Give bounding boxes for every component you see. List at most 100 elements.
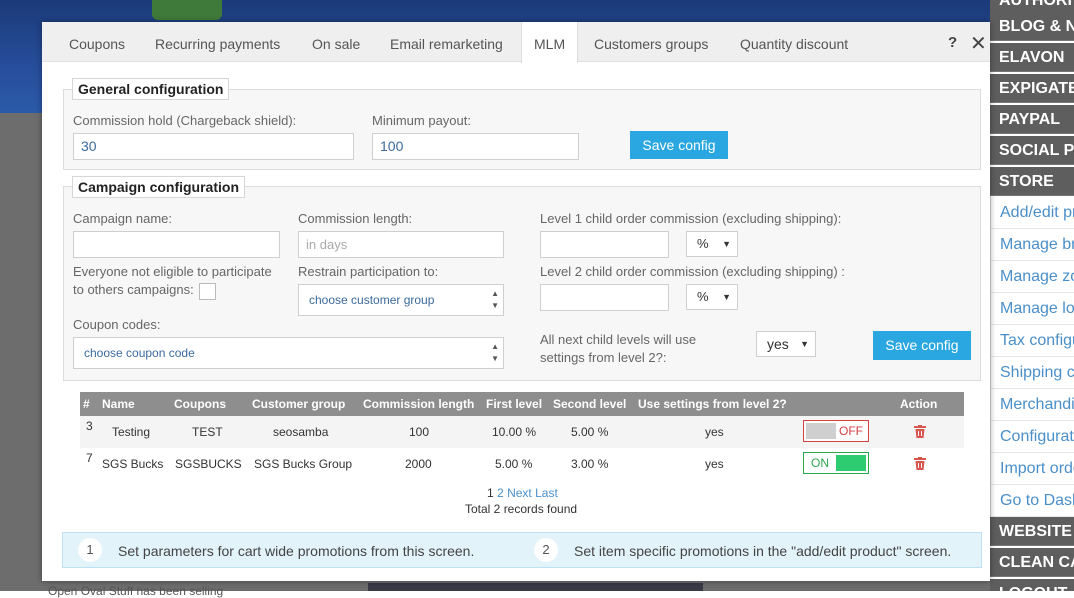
next-levels-select-value: yes: [767, 336, 789, 352]
level2-commission-label: Level 2 child order commission (excludin…: [540, 264, 845, 279]
row-customer-group: seosamba: [273, 425, 329, 439]
row-first-level: 5.00 %: [495, 457, 533, 471]
page-current: 1: [487, 486, 494, 500]
sidebar-section-social[interactable]: SOCIAL P: [990, 136, 1074, 165]
coupon-codes-label: Coupon codes:: [73, 317, 161, 332]
sidebar-section-clean-cache[interactable]: CLEAN CA: [990, 548, 1074, 577]
pagination: 1 2 Next Last: [487, 486, 558, 500]
commission-hold-input[interactable]: 30: [73, 133, 354, 160]
records-count: Total 2 records found: [465, 502, 578, 516]
sidebar-link-manage-locations[interactable]: Manage lo: [990, 293, 1074, 325]
campaign-save-button[interactable]: Save config: [873, 331, 971, 360]
level1-unit-select[interactable]: % ▼: [686, 231, 738, 257]
next-levels-label-line1: All next child levels will use: [540, 332, 697, 347]
toggle-knob: [806, 423, 836, 439]
sidebar-link-import-orders[interactable]: Import orde: [990, 453, 1074, 485]
table-header: # Name Coupons Customer group Commission…: [80, 392, 964, 416]
minimum-payout-input[interactable]: 100: [372, 133, 579, 160]
sidebar-section-website[interactable]: WEBSITE: [990, 517, 1074, 546]
step-2-text: Set item specific promotions in the "add…: [574, 543, 952, 559]
chevron-down-icon: ▼: [722, 239, 731, 249]
commission-length-input[interactable]: in days: [298, 231, 504, 258]
promotions-modal: Coupons Recurring payments On sale Email…: [42, 22, 990, 581]
level1-unit-value: %: [697, 236, 709, 251]
level2-unit-value: %: [697, 289, 709, 304]
toggle-state-label: OFF: [839, 424, 863, 438]
row-first-level: 10.00 %: [492, 425, 537, 439]
tab-email-remarketing[interactable]: Email remarketing: [390, 22, 503, 62]
sidebar-link-manage-brands[interactable]: Manage br: [990, 229, 1074, 261]
row-name: Testing: [112, 425, 151, 439]
sidebar-section-logout[interactable]: LOGOUT: [990, 579, 1074, 591]
toggle-state-label: ON: [811, 456, 829, 470]
campaign-name-input[interactable]: [73, 231, 280, 258]
row-commission-length: 2000: [405, 457, 432, 471]
sidebar-link-configuration[interactable]: Configurat: [990, 421, 1074, 453]
next-levels-select[interactable]: yes ▼: [756, 331, 816, 357]
tab-on-sale[interactable]: On sale: [312, 22, 360, 62]
chevron-down-icon: ▼: [800, 339, 809, 349]
row-second-level: 3.00 %: [571, 457, 609, 471]
eligible-checkbox[interactable]: [199, 283, 216, 300]
trash-icon[interactable]: [914, 425, 926, 438]
column-header-coupons: Coupons: [174, 397, 226, 411]
sidebar-section-paypal[interactable]: PAYPAL: [990, 105, 1074, 134]
background-caption: Open Oval Stuff has been selling: [48, 584, 224, 598]
row-use-level2: yes: [705, 425, 724, 439]
tab-mlm[interactable]: MLM: [521, 22, 579, 63]
sidebar-link-shipping[interactable]: Shipping c: [990, 357, 1074, 389]
tab-recurring-payments[interactable]: Recurring payments: [155, 22, 280, 62]
scroll-arrows-icon: ▲ ▼: [491, 289, 499, 310]
help-icon[interactable]: ?: [948, 34, 957, 51]
coupon-code-select[interactable]: choose coupon code ▲ ▼: [73, 337, 504, 369]
trash-icon[interactable]: [914, 457, 926, 470]
page-next-link[interactable]: Next: [507, 486, 532, 500]
campaign-toggle[interactable]: OFF: [803, 420, 869, 442]
customer-group-select[interactable]: choose customer group ▲ ▼: [298, 284, 504, 316]
background-product-image: [152, 0, 222, 20]
step-1-text: Set parameters for cart wide promotions …: [118, 543, 475, 559]
sidebar-section-elavon[interactable]: ELAVON: [990, 43, 1074, 72]
commission-length-label: Commission length:: [298, 211, 413, 226]
tab-coupons[interactable]: Coupons: [69, 22, 125, 62]
eligible-label-line1: Everyone not eligible to participate: [73, 264, 272, 279]
step-2-badge: 2: [534, 538, 558, 562]
row-second-level: 5.00 %: [571, 425, 609, 439]
sidebar-section-store[interactable]: STORE: [990, 167, 1074, 196]
row-coupons: TEST: [192, 425, 223, 439]
eligible-label-line2: to others campaigns:: [73, 282, 194, 297]
sidebar-link-tax-config[interactable]: Tax configu: [990, 325, 1074, 357]
sidebar-section-expigate[interactable]: EXPIGATE: [990, 74, 1074, 103]
page-2-link[interactable]: 2: [497, 486, 504, 500]
level1-commission-input[interactable]: [540, 231, 669, 258]
column-header-customer-group: Customer group: [252, 397, 346, 411]
campaign-toggle[interactable]: ON: [803, 452, 869, 474]
info-bar: 1 Set parameters for cart wide promotion…: [62, 532, 982, 568]
minimum-payout-label: Minimum payout:: [372, 113, 471, 128]
sidebar-link-add-edit-product[interactable]: Add/edit pr: [990, 197, 1074, 229]
row-use-level2: yes: [705, 457, 724, 471]
column-header-second-level: Second level: [553, 397, 627, 411]
sidebar-link-manage-zones[interactable]: Manage zo: [990, 261, 1074, 293]
page-last-link[interactable]: Last: [535, 486, 558, 500]
scroll-arrows-icon: ▲ ▼: [491, 342, 499, 363]
sidebar-link-dashboard[interactable]: Go to Dash: [990, 485, 1074, 517]
tab-customers-groups[interactable]: Customers groups: [594, 22, 708, 62]
close-icon[interactable]: ✕: [970, 31, 987, 56]
chevron-down-icon: ▼: [722, 292, 731, 302]
level2-unit-select[interactable]: % ▼: [686, 284, 738, 310]
campaign-config-legend: Campaign configuration: [72, 176, 245, 198]
restrain-participation-label: Restrain participation to:: [298, 264, 439, 279]
campaign-name-label: Campaign name:: [73, 211, 172, 226]
general-save-button[interactable]: Save config: [630, 131, 728, 159]
column-header-id: #: [83, 397, 90, 411]
row-customer-group: SGS Bucks Group: [254, 457, 353, 471]
column-header-first-level: First level: [486, 397, 543, 411]
sidebar-section-blog[interactable]: BLOG & N: [990, 12, 1074, 41]
level2-commission-input[interactable]: [540, 284, 669, 311]
sidebar-link-merchandising[interactable]: Merchandi: [990, 389, 1074, 421]
row-id: 3: [86, 419, 93, 433]
toggle-knob: [836, 455, 866, 471]
tab-quantity-discount[interactable]: Quantity discount: [740, 22, 848, 62]
background-photo: [368, 583, 703, 591]
